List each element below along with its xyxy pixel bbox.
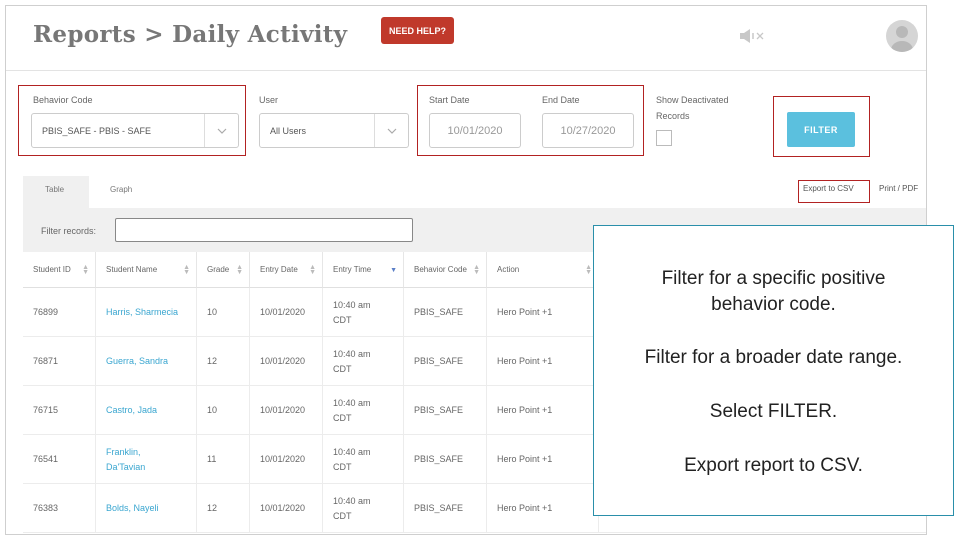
header: Reports > Daily Activity NEED HELP? — [6, 6, 926, 71]
filter-records-input[interactable] — [115, 218, 413, 242]
cell-action: Hero Point +1 — [487, 337, 599, 386]
page-title: Reports > Daily Activity — [33, 21, 348, 48]
person-icon — [891, 26, 913, 52]
user-label: User — [259, 95, 279, 105]
cell-student-id: 76715 — [23, 386, 96, 435]
sort-icon: ▲ ▼ — [183, 264, 190, 276]
student-name-link[interactable]: Guerra, Sandra — [96, 337, 197, 386]
student-name-link[interactable]: Bolds, Nayeli — [96, 484, 197, 533]
cell-student-id: 76383 — [23, 484, 96, 533]
end-date-input[interactable]: 10/27/2020 — [542, 113, 634, 148]
cell-action: Hero Point +1 — [487, 288, 599, 337]
user-select[interactable]: All Users — [259, 113, 409, 148]
column-header-grade[interactable]: Grade ▲ ▼ — [197, 252, 250, 288]
cell-action: Hero Point +1 — [487, 484, 599, 533]
cell-behavior-code: PBIS_SAFE — [404, 484, 487, 533]
sort-icon: ▲ ▼ — [236, 264, 243, 276]
tab-table[interactable]: Table — [45, 185, 64, 194]
cell-entry-time: 10:40 am CDT — [323, 337, 404, 386]
sort-desc-icon: ▼ — [390, 267, 397, 274]
cell-entry-time: 10:40 am CDT — [323, 288, 404, 337]
cell-entry-date: 10/01/2020 — [250, 484, 323, 533]
behavior-code-select[interactable]: PBIS_SAFE - PBIS - SAFE — [31, 113, 239, 148]
cell-entry-time: 10:40 am CDT — [323, 386, 404, 435]
print-pdf-link[interactable]: Print / PDF — [879, 184, 918, 193]
behavior-code-value: PBIS_SAFE - PBIS - SAFE — [42, 125, 152, 136]
cell-student-id: 76899 — [23, 288, 96, 337]
filter-button[interactable]: FILTER — [787, 112, 855, 147]
cell-behavior-code: PBIS_SAFE — [404, 337, 487, 386]
callout-line-1: Filter for a specific positive — [661, 268, 886, 289]
cell-grade: 12 — [197, 337, 250, 386]
cell-grade: 10 — [197, 288, 250, 337]
filter-records-label: Filter records: — [41, 226, 97, 236]
column-header-behavior-code[interactable]: Behavior Code ▲ ▼ — [404, 252, 487, 288]
cell-action: Hero Point +1 — [487, 435, 599, 484]
chevron-down-icon — [204, 114, 238, 147]
cell-grade: 11 — [197, 435, 250, 484]
sort-icon: ▲ ▼ — [473, 264, 480, 276]
speaker-muted-icon[interactable] — [738, 28, 768, 44]
cell-behavior-code: PBIS_SAFE — [404, 288, 487, 337]
callout-line-3: Filter for a broader date range. — [644, 347, 903, 368]
tab-graph[interactable]: Graph — [110, 185, 132, 194]
callout-line-4: Select FILTER. — [709, 401, 838, 422]
user-value: All Users — [270, 125, 307, 136]
instruction-callout: Filter for a specific positive behavior … — [593, 225, 954, 516]
start-date-label: Start Date — [429, 95, 470, 105]
callout-line-5: Export report to CSV. — [684, 455, 863, 476]
sort-icon: ▲ ▼ — [82, 264, 89, 276]
cell-grade: 12 — [197, 484, 250, 533]
chevron-down-icon — [374, 114, 408, 147]
column-header-student-id[interactable]: Student ID ▲ ▼ — [23, 252, 96, 288]
cell-action: Hero Point +1 — [487, 386, 599, 435]
user-avatar[interactable] — [886, 20, 918, 52]
student-name-link[interactable]: Harris, Sharmecia — [96, 288, 197, 337]
cell-student-id: 76871 — [23, 337, 96, 386]
need-help-button[interactable]: NEED HELP? — [381, 17, 454, 44]
cell-student-id: 76541 — [23, 435, 96, 484]
show-deactivated-label-line2: Records — [656, 111, 690, 121]
cell-entry-time: 10:40 am CDT — [323, 435, 404, 484]
cell-entry-time: 10:40 am CDT — [323, 484, 404, 533]
student-name-link[interactable]: Castro, Jada — [96, 386, 197, 435]
cell-behavior-code: PBIS_SAFE — [404, 435, 487, 484]
export-csv-link[interactable]: Export to CSV — [803, 184, 854, 193]
cell-entry-date: 10/01/2020 — [250, 337, 323, 386]
column-header-entry-time[interactable]: Entry Time ▼ — [323, 252, 404, 288]
cell-behavior-code: PBIS_SAFE — [404, 386, 487, 435]
column-header-entry-date[interactable]: Entry Date ▲ ▼ — [250, 252, 323, 288]
sort-icon: ▲ ▼ — [309, 264, 316, 276]
sort-icon: ▲ ▼ — [585, 264, 592, 276]
cell-entry-date: 10/01/2020 — [250, 435, 323, 484]
behavior-code-label: Behavior Code — [33, 95, 93, 105]
show-deactivated-checkbox[interactable] — [656, 130, 672, 146]
callout-line-2: behavior code. — [711, 294, 836, 315]
end-date-label: End Date — [542, 95, 580, 105]
show-deactivated-label: Show Deactivated — [656, 95, 729, 105]
student-name-link[interactable]: Franklin, Da'Tavian — [96, 435, 197, 484]
cell-grade: 10 — [197, 386, 250, 435]
column-header-student-name[interactable]: Student Name ▲ ▼ — [96, 252, 197, 288]
column-header-action[interactable]: Action ▲ ▼ — [487, 252, 599, 288]
start-date-input[interactable]: 10/01/2020 — [429, 113, 521, 148]
cell-entry-date: 10/01/2020 — [250, 288, 323, 337]
cell-entry-date: 10/01/2020 — [250, 386, 323, 435]
